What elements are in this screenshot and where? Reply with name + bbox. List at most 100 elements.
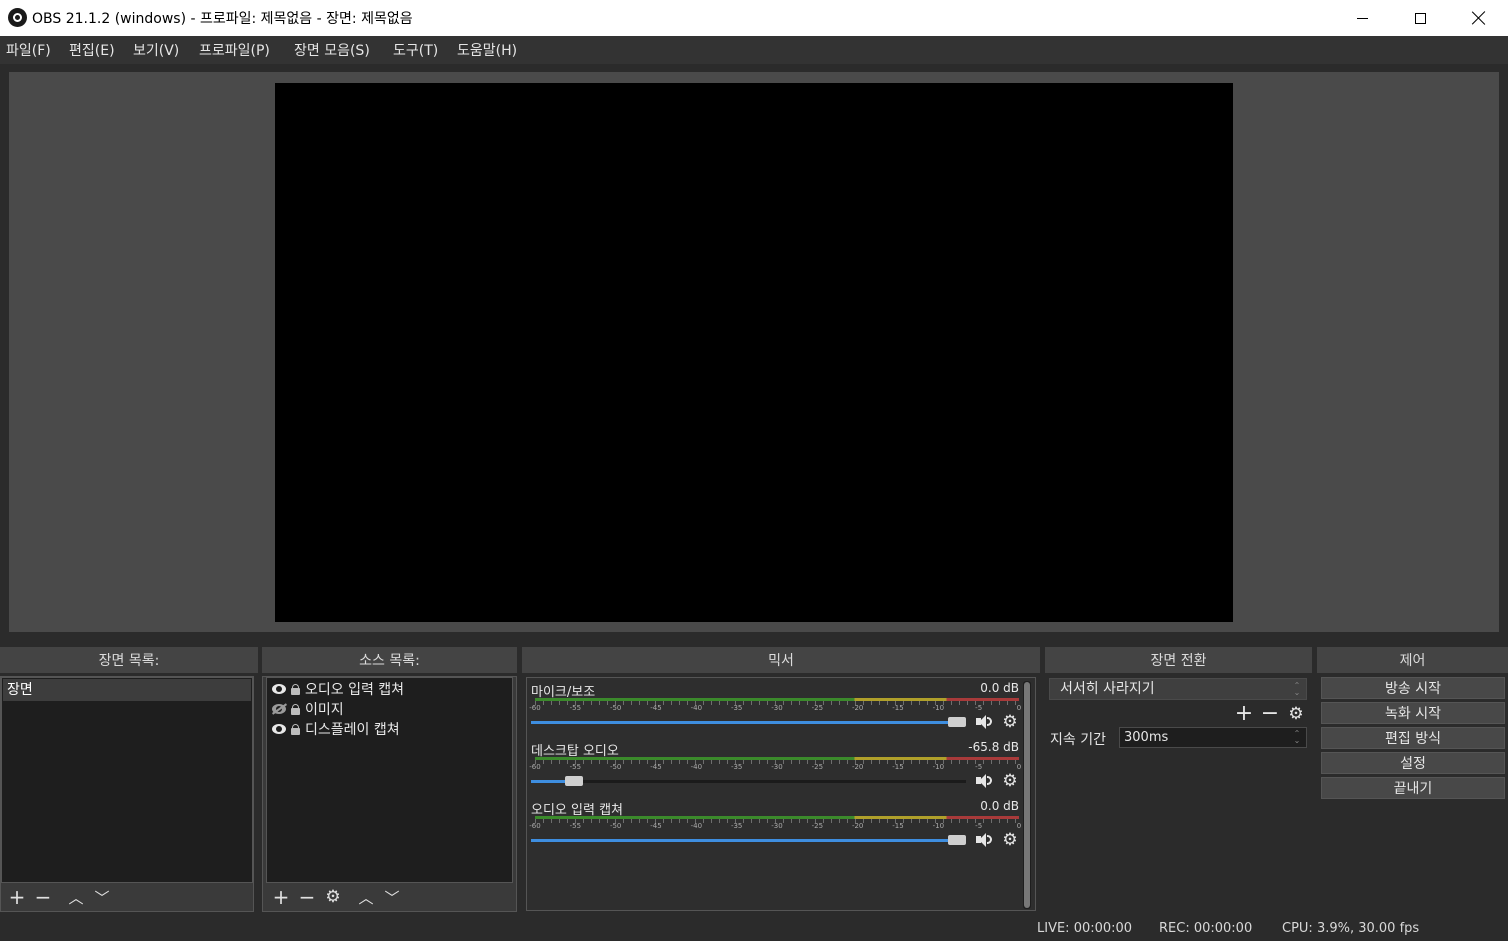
preview-canvas[interactable] (275, 83, 1233, 622)
meter-tick-label: -40 (690, 704, 703, 712)
volume-fill (531, 839, 957, 842)
lock-icon[interactable] (290, 703, 300, 715)
meter-tick-label: -30 (771, 822, 783, 830)
volume-handle[interactable] (564, 776, 583, 786)
gear-icon[interactable]: ⚙ (1001, 831, 1019, 849)
remove-scene-button[interactable]: − (32, 883, 54, 911)
minimize-icon (1356, 17, 1368, 19)
scene-item[interactable]: 장면 (3, 679, 251, 701)
studio-mode-button[interactable]: 편집 방식 (1321, 727, 1505, 749)
meter-tick-label: 0 (1016, 822, 1022, 830)
add-source-button[interactable]: + (270, 883, 292, 911)
volume-slider[interactable] (531, 835, 966, 845)
scenes-dock-title: 장면 목록: (0, 647, 258, 673)
mixer-scrollbar[interactable] (1023, 681, 1031, 909)
menu-file[interactable]: 파일(F) (6, 40, 51, 60)
duration-spinbox[interactable]: 300ms ⌃ ⌄ (1119, 727, 1307, 748)
source-item-image[interactable]: 이미지 (271, 699, 344, 719)
meter-tick-label: -35 (730, 763, 743, 771)
start-recording-button[interactable]: 녹화 시작 (1321, 702, 1505, 724)
meter-tick-label: 0 (1016, 704, 1022, 712)
mixer-channel-mic: 마이크/보조 0.0 dB -60 -55 -50 -45 -40 -35 -30 -25 -2… (529, 679, 1022, 737)
exit-button[interactable]: 끝내기 (1321, 777, 1505, 799)
transition-select-value: 서서히 사라지기 (1060, 681, 1155, 697)
volume-handle[interactable] (948, 835, 966, 845)
volume-handle[interactable] (948, 717, 966, 727)
source-label: 디스플레이 캡쳐 (305, 722, 400, 738)
mixer-channel-audio-input: 오디오 입력 캡쳐 0.0 dB -60 -55 -50 -45 -40 -35 -30 -2… (529, 797, 1022, 855)
live-time: LIVE: 00:00:00 (1037, 921, 1133, 936)
title-bar: OBS 21.1.2 (windows) - 프로파일: 제목없음 - 장면: … (0, 0, 1508, 36)
menu-edit[interactable]: 편집(E) (69, 40, 115, 60)
gear-icon: ⚙ (1288, 704, 1304, 724)
meter-tick-label: -55 (569, 763, 582, 771)
meter-tick-label: -15 (892, 704, 904, 712)
speaker-icon[interactable] (975, 714, 993, 730)
minimize-button[interactable] (1333, 0, 1391, 36)
remove-transition-button[interactable]: − (1258, 702, 1282, 726)
move-source-down-button[interactable]: ﹀ (381, 883, 403, 911)
meter-tick-label: -50 (609, 822, 622, 830)
move-source-up-button[interactable]: ︿ (355, 883, 377, 911)
scenes-list[interactable]: 장면 (1, 677, 253, 883)
menu-tools[interactable]: 도구(T) (393, 40, 438, 60)
menu-bar: 파일(F) 편집(E) 보기(V) 프로파일(P) 장면 모음(S) 도구(T)… (0, 36, 1508, 64)
sources-list[interactable]: 오디오 입력 캡쳐 이미지 디스플레이 캡쳐 (266, 677, 513, 883)
eye-hidden-icon[interactable] (271, 703, 288, 715)
move-scene-up-button[interactable]: ︿ (65, 883, 87, 911)
spin-arrows-icon[interactable]: ⌃ ⌄ (1292, 730, 1302, 745)
source-item-display-capture[interactable]: 디스플레이 캡쳐 (271, 719, 400, 739)
mixer-panel: 마이크/보조 0.0 dB -60 -55 -50 -45 -40 -35 -30 -25 -2… (526, 677, 1036, 911)
menu-profile[interactable]: 프로파일(P) (199, 40, 270, 60)
transition-properties-button[interactable]: ⚙ (1284, 702, 1308, 726)
remove-source-button[interactable]: − (296, 883, 318, 911)
maximize-button[interactable] (1391, 0, 1449, 36)
speaker-icon[interactable] (975, 832, 993, 848)
meter-tick-label: -25 (811, 763, 824, 771)
menu-help[interactable]: 도움말(H) (457, 40, 517, 60)
gear-icon[interactable]: ⚙ (1001, 772, 1019, 790)
plus-icon: + (8, 885, 26, 909)
meter-tick-label: -40 (690, 822, 703, 830)
rec-time: REC: 00:00:00 (1159, 921, 1253, 936)
lock-icon[interactable] (290, 683, 300, 695)
meter-tick-label: -45 (650, 704, 662, 712)
close-button[interactable] (1450, 0, 1508, 36)
cpu-fps: CPU: 3.9%, 30.00 fps (1282, 921, 1420, 936)
speaker-icon[interactable] (975, 773, 993, 789)
controls-dock-title: 제어 (1317, 647, 1508, 673)
add-scene-button[interactable]: + (6, 883, 28, 911)
chevron-down-icon: ﹀ (384, 888, 400, 907)
gear-icon[interactable]: ⚙ (1001, 713, 1019, 731)
start-streaming-button[interactable]: 방송 시작 (1321, 677, 1505, 699)
add-transition-button[interactable]: + (1232, 702, 1256, 726)
meter-tick-label: -55 (569, 704, 582, 712)
meter-tick-label: -35 (730, 822, 743, 830)
move-scene-down-button[interactable]: ﹀ (91, 883, 113, 911)
preview-area (9, 72, 1499, 632)
meter-tick-label: -15 (892, 822, 904, 830)
meter-tick-label: 0 (1016, 763, 1022, 771)
eye-icon[interactable] (271, 684, 287, 694)
menu-view[interactable]: 보기(V) (133, 40, 179, 60)
meter-tick-label: -50 (609, 763, 622, 771)
meter-tick-label: -60 (529, 763, 541, 771)
menu-scene-collection[interactable]: 장면 모음(S) (294, 40, 370, 60)
meter-tick-label: -55 (569, 822, 582, 830)
eye-icon[interactable] (271, 724, 287, 734)
settings-button[interactable]: 설정 (1321, 752, 1505, 774)
lock-icon[interactable] (290, 723, 300, 735)
volume-slider[interactable] (531, 776, 966, 786)
close-icon (1472, 11, 1486, 25)
meter-tick-label: -50 (609, 704, 622, 712)
source-label: 오디오 입력 캡쳐 (305, 682, 405, 698)
channel-db: 0.0 dB (980, 799, 1019, 813)
plus-icon: + (1234, 701, 1254, 726)
duration-label: 지속 기간 (1050, 732, 1106, 748)
transition-select[interactable]: 서서히 사라지기 ⌃ ⌄ (1049, 678, 1307, 700)
source-properties-button[interactable]: ⚙ (322, 883, 344, 911)
channel-db: -65.8 dB (968, 740, 1019, 754)
meter-tick-label: -60 (529, 704, 541, 712)
volume-slider[interactable] (531, 717, 966, 727)
source-item-audio-input[interactable]: 오디오 입력 캡쳐 (271, 679, 404, 699)
